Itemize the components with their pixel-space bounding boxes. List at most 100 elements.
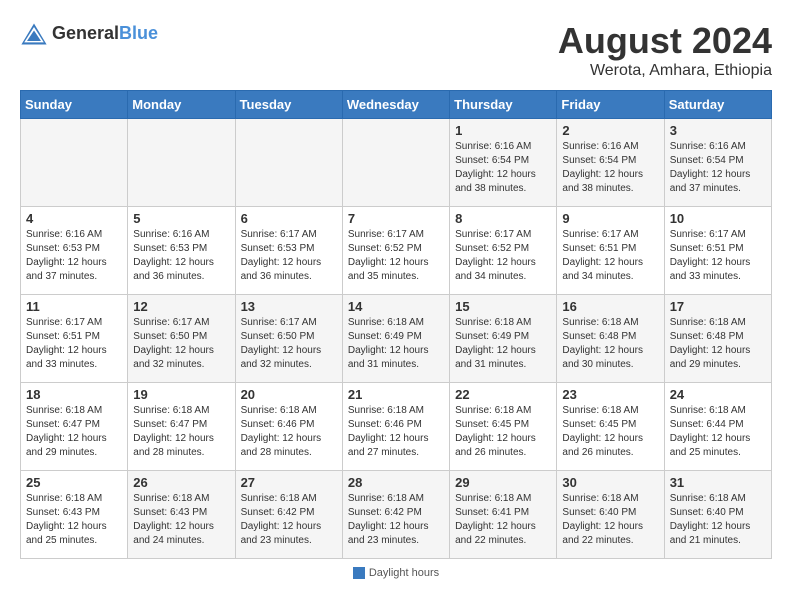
day-number: 26	[133, 475, 229, 490]
day-number: 15	[455, 299, 551, 314]
calendar-day-header: Wednesday	[342, 91, 449, 119]
day-info: Sunrise: 6:18 AM Sunset: 6:49 PM Dayligh…	[455, 316, 551, 372]
day-info: Sunrise: 6:18 AM Sunset: 6:48 PM Dayligh…	[670, 316, 766, 372]
day-number: 11	[26, 299, 122, 314]
calendar-cell: 5 Sunrise: 6:16 AM Sunset: 6:53 PM Daylig…	[128, 207, 235, 295]
location: Werota, Amhara, Ethiopia	[558, 62, 772, 80]
day-info: Sunrise: 6:18 AM Sunset: 6:43 PM Dayligh…	[133, 492, 229, 548]
calendar-cell: 15 Sunrise: 6:18 AM Sunset: 6:49 PM Dayli…	[450, 295, 557, 383]
day-info: Sunrise: 6:16 AM Sunset: 6:54 PM Dayligh…	[670, 140, 766, 196]
calendar-cell: 26 Sunrise: 6:18 AM Sunset: 6:43 PM Dayli…	[128, 471, 235, 559]
calendar-week-row: 11 Sunrise: 6:17 AM Sunset: 6:51 PM Dayli…	[21, 295, 772, 383]
day-info: Sunrise: 6:18 AM Sunset: 6:47 PM Dayligh…	[26, 404, 122, 460]
calendar-cell: 9 Sunrise: 6:17 AM Sunset: 6:51 PM Daylig…	[557, 207, 664, 295]
day-info: Sunrise: 6:16 AM Sunset: 6:54 PM Dayligh…	[455, 140, 551, 196]
calendar-cell: 23 Sunrise: 6:18 AM Sunset: 6:45 PM Dayli…	[557, 383, 664, 471]
day-info: Sunrise: 6:18 AM Sunset: 6:44 PM Dayligh…	[670, 404, 766, 460]
calendar-week-row: 25Sunrise: 6:18 AM Sunset: 6:43 PM Dayli…	[21, 471, 772, 559]
day-info: Sunrise: 6:18 AM Sunset: 6:47 PM Dayligh…	[133, 404, 229, 460]
calendar-cell: 12Sunrise: 6:17 AM Sunset: 6:50 PM Dayli…	[128, 295, 235, 383]
day-info: Sunrise: 6:17 AM Sunset: 6:51 PM Dayligh…	[562, 228, 658, 284]
calendar-week-row: 4Sunrise: 6:16 AM Sunset: 6:53 PM Daylig…	[21, 207, 772, 295]
calendar-day-header: Sunday	[21, 91, 128, 119]
calendar-cell: 24 Sunrise: 6:18 AM Sunset: 6:44 PM Dayli…	[664, 383, 771, 471]
day-number: 19	[133, 387, 229, 402]
calendar-cell: 7Sunrise: 6:17 AM Sunset: 6:52 PM Daylig…	[342, 207, 449, 295]
calendar-day-header: Thursday	[450, 91, 557, 119]
calendar-table: SundayMondayTuesdayWednesdayThursdayFrid…	[20, 90, 772, 559]
calendar-cell: 30 Sunrise: 6:18 AM Sunset: 6:40 PM Dayli…	[557, 471, 664, 559]
day-number: 31	[670, 475, 766, 490]
logo-general: GeneralBlue	[52, 24, 158, 44]
calendar-cell: 10 Sunrise: 6:17 AM Sunset: 6:51 PM Dayli…	[664, 207, 771, 295]
day-number: 12	[133, 299, 229, 314]
day-info: Sunrise: 6:18 AM Sunset: 6:45 PM Dayligh…	[562, 404, 658, 460]
calendar-cell: 14 Sunrise: 6:18 AM Sunset: 6:49 PM Dayli…	[342, 295, 449, 383]
header: GeneralBlue August 2024 Werota, Amhara, …	[20, 20, 772, 80]
title-area: August 2024 Werota, Amhara, Ethiopia	[558, 20, 772, 80]
day-number: 23	[562, 387, 658, 402]
day-info: Sunrise: 6:18 AM Sunset: 6:46 PM Dayligh…	[241, 404, 337, 460]
month-year: August 2024	[558, 20, 772, 62]
day-number: 21	[348, 387, 444, 402]
calendar-cell: 4Sunrise: 6:16 AM Sunset: 6:53 PM Daylig…	[21, 207, 128, 295]
calendar-cell: 2 Sunrise: 6:16 AM Sunset: 6:54 PM Daylig…	[557, 119, 664, 207]
calendar-day-header: Friday	[557, 91, 664, 119]
day-info: Sunrise: 6:17 AM Sunset: 6:51 PM Dayligh…	[670, 228, 766, 284]
day-number: 13	[241, 299, 337, 314]
calendar-cell: 27 Sunrise: 6:18 AM Sunset: 6:42 PM Dayli…	[235, 471, 342, 559]
calendar-day-header: Saturday	[664, 91, 771, 119]
calendar-week-row: 1 Sunrise: 6:16 AM Sunset: 6:54 PM Daylig…	[21, 119, 772, 207]
day-number: 9	[562, 211, 658, 226]
calendar-header-row: SundayMondayTuesdayWednesdayThursdayFrid…	[21, 91, 772, 119]
calendar-cell	[21, 119, 128, 207]
calendar-cell: 6Sunrise: 6:17 AM Sunset: 6:53 PM Daylig…	[235, 207, 342, 295]
calendar-cell	[342, 119, 449, 207]
day-number: 27	[241, 475, 337, 490]
day-info: Sunrise: 6:18 AM Sunset: 6:46 PM Dayligh…	[348, 404, 444, 460]
day-info: Sunrise: 6:16 AM Sunset: 6:53 PM Dayligh…	[26, 228, 122, 284]
day-number: 5	[133, 211, 229, 226]
day-info: Sunrise: 6:18 AM Sunset: 6:42 PM Dayligh…	[348, 492, 444, 548]
day-number: 30	[562, 475, 658, 490]
calendar-cell: 29 Sunrise: 6:18 AM Sunset: 6:41 PM Dayli…	[450, 471, 557, 559]
daylight-legend: Daylight hours	[353, 567, 439, 579]
daylight-label: Daylight hours	[369, 567, 439, 579]
day-info: Sunrise: 6:18 AM Sunset: 6:42 PM Dayligh…	[241, 492, 337, 548]
day-info: Sunrise: 6:18 AM Sunset: 6:49 PM Dayligh…	[348, 316, 444, 372]
day-number: 2	[562, 123, 658, 138]
day-info: Sunrise: 6:16 AM Sunset: 6:54 PM Dayligh…	[562, 140, 658, 196]
day-number: 28	[348, 475, 444, 490]
day-info: Sunrise: 6:18 AM Sunset: 6:41 PM Dayligh…	[455, 492, 551, 548]
logo-icon	[20, 20, 48, 48]
calendar-cell: 3 Sunrise: 6:16 AM Sunset: 6:54 PM Daylig…	[664, 119, 771, 207]
calendar-cell: 11 Sunrise: 6:17 AM Sunset: 6:51 PM Dayli…	[21, 295, 128, 383]
daylight-legend-box	[353, 567, 365, 579]
calendar-cell: 20 Sunrise: 6:18 AM Sunset: 6:46 PM Dayli…	[235, 383, 342, 471]
day-number: 29	[455, 475, 551, 490]
calendar-week-row: 18Sunrise: 6:18 AM Sunset: 6:47 PM Dayli…	[21, 383, 772, 471]
calendar-cell: 17Sunrise: 6:18 AM Sunset: 6:48 PM Dayli…	[664, 295, 771, 383]
day-number: 8	[455, 211, 551, 226]
day-info: Sunrise: 6:17 AM Sunset: 6:52 PM Dayligh…	[348, 228, 444, 284]
calendar-cell: 28 Sunrise: 6:18 AM Sunset: 6:42 PM Dayli…	[342, 471, 449, 559]
calendar-cell: 19 Sunrise: 6:18 AM Sunset: 6:47 PM Dayli…	[128, 383, 235, 471]
day-info: Sunrise: 6:17 AM Sunset: 6:52 PM Dayligh…	[455, 228, 551, 284]
day-info: Sunrise: 6:18 AM Sunset: 6:40 PM Dayligh…	[562, 492, 658, 548]
calendar-day-header: Monday	[128, 91, 235, 119]
day-info: Sunrise: 6:17 AM Sunset: 6:51 PM Dayligh…	[26, 316, 122, 372]
day-number: 24	[670, 387, 766, 402]
day-number: 14	[348, 299, 444, 314]
day-number: 6	[241, 211, 337, 226]
calendar-cell: 8 Sunrise: 6:17 AM Sunset: 6:52 PM Daylig…	[450, 207, 557, 295]
day-number: 10	[670, 211, 766, 226]
day-number: 20	[241, 387, 337, 402]
day-info: Sunrise: 6:18 AM Sunset: 6:48 PM Dayligh…	[562, 316, 658, 372]
footer: Daylight hours	[20, 567, 772, 582]
day-number: 1	[455, 123, 551, 138]
calendar-cell	[128, 119, 235, 207]
day-info: Sunrise: 6:18 AM Sunset: 6:40 PM Dayligh…	[670, 492, 766, 548]
day-number: 22	[455, 387, 551, 402]
day-info: Sunrise: 6:16 AM Sunset: 6:53 PM Dayligh…	[133, 228, 229, 284]
day-number: 3	[670, 123, 766, 138]
